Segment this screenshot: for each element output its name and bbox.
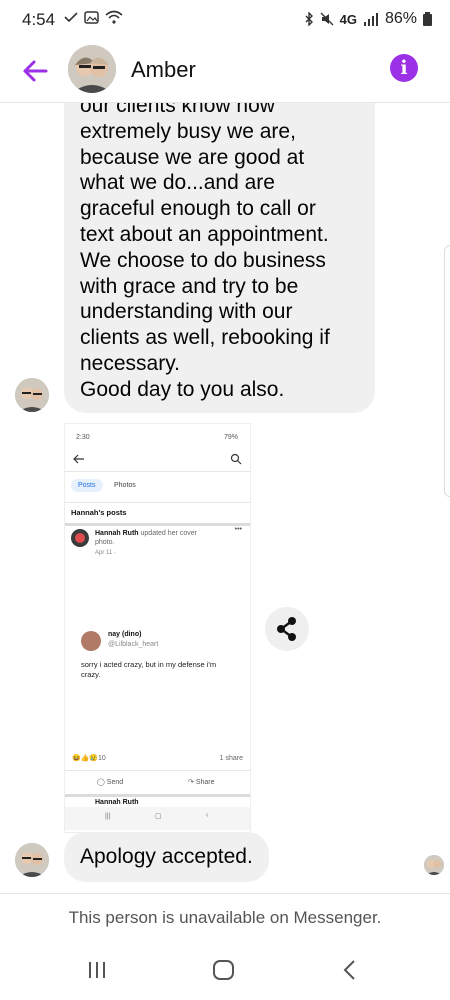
shot-header [65,451,250,472]
wifi-icon [105,10,123,24]
shot-shares: 1 share [219,755,243,762]
unavailable-notice: This person is unavailable on Messenger. [0,893,450,944]
shared-screenshot-image[interactable]: 2:30 79% Posts Photos Hannah's posts Han… [64,423,251,833]
network-type: 4G [339,11,357,27]
shot-post-title: Hannah Ruth updated her cover photo. [95,529,215,547]
message-line: clients as well, rebooking if [80,326,330,350]
notification-icons [64,10,123,24]
mute-icon [320,12,334,26]
avatar-photo [424,855,444,875]
back-arrow-icon [23,60,48,82]
shot-tabs: Posts Photos [65,479,250,497]
shot-back-icon [73,454,84,464]
shot-reaction-count: 10 [98,755,106,762]
shot-nav-back-icon: ‹ [206,812,209,819]
message-line: Good day to you also. [80,377,285,401]
back-button[interactable] [20,56,50,86]
shot-nav-home-icon: ▢ [155,813,162,820]
scroll-indicator[interactable] [444,245,450,497]
status-bar: 4:54 4G 86% [0,0,450,40]
contact-name[interactable]: Amber [131,57,196,83]
share-button[interactable] [265,607,309,651]
message-line: what we do...and are [80,171,275,195]
recent-apps-icon[interactable] [86,959,108,981]
shot-embedded-text: sorry i acted crazy, but in my defense i… [81,660,217,679]
info-icon[interactable]: i [390,54,418,82]
signal-icon [363,12,378,26]
conversation-header: Amber i [0,40,450,103]
shot-post-author: Hannah Ruth [95,530,139,537]
avatar-photo [68,45,116,93]
message-line: graceful enough to call or [80,197,316,221]
sender-avatar[interactable] [15,843,49,877]
shot-share: ↷ Share [188,779,215,786]
share-icon [277,617,296,641]
shot-battery: 79% [223,434,238,441]
message-line: our clients know how [80,103,275,117]
message-line: understanding with our [80,300,293,324]
message-line: extremely busy we are, [80,119,296,143]
shot-reaction-icons: 😆👍😢 [72,755,99,762]
sender-avatar[interactable] [15,378,49,412]
shot-section-title: Hannah's posts [71,508,127,517]
shot-share-label: Share [195,779,215,786]
seen-indicator-avatar [424,855,444,875]
message-bubble-long[interactable]: our clients know how extremely busy we a… [64,103,375,413]
shot-embedded-name: nay (dino) [108,631,142,638]
message-bubble-short[interactable]: Apology accepted. [64,832,269,882]
shot-tab-posts: Posts [71,479,103,492]
nav-back-icon[interactable] [340,959,360,981]
shot-actions: ◯ Send ↷ Share [65,770,250,793]
message-line: with grace and try to be [80,274,299,298]
shot-post-date: Apr 11 · [95,550,116,556]
shot-time: 2:30 [76,434,90,441]
message-list[interactable]: our clients know how extremely busy we a… [0,103,450,893]
status-right: 4G 86% [304,10,432,28]
status-time: 4:54 [22,10,56,29]
shot-more-icon: ••• [234,526,242,533]
avatar-photo [15,378,49,412]
shot-search-icon [230,453,242,465]
shot-send-label: Send [106,779,124,786]
message-line: necessary. [80,351,180,375]
shot-next-post: Hannah Ruth ||| ▢ ‹ [65,794,250,832]
battery-percent: 86% [384,10,417,27]
shot-nav-recent-icon: ||| [105,813,111,820]
message-line: text about an appointment. [80,222,329,246]
system-nav-bar [0,945,450,1000]
shot-send: ◯ Send [97,779,124,786]
message-line: because we are good at [80,145,305,169]
shot-nav-bar: ||| ▢ ‹ [65,807,250,830]
shot-section: Hannah's posts [65,502,250,526]
contact-avatar[interactable] [68,45,116,93]
home-icon[interactable] [212,959,236,981]
gallery-icon [84,10,99,24]
avatar-photo [15,843,49,877]
message-line: We choose to do business [80,248,326,272]
shot-embedded-avatar [81,631,101,651]
shot-tab-photos: Photos [114,482,136,489]
shot-next-author: Hannah Ruth [95,799,139,806]
bluetooth-icon [305,12,313,26]
battery-icon [423,12,432,26]
shot-post-avatar [71,529,89,547]
shot-embedded-handle: @Lilblack_heart [108,641,159,648]
missed-call-icon [64,12,78,23]
